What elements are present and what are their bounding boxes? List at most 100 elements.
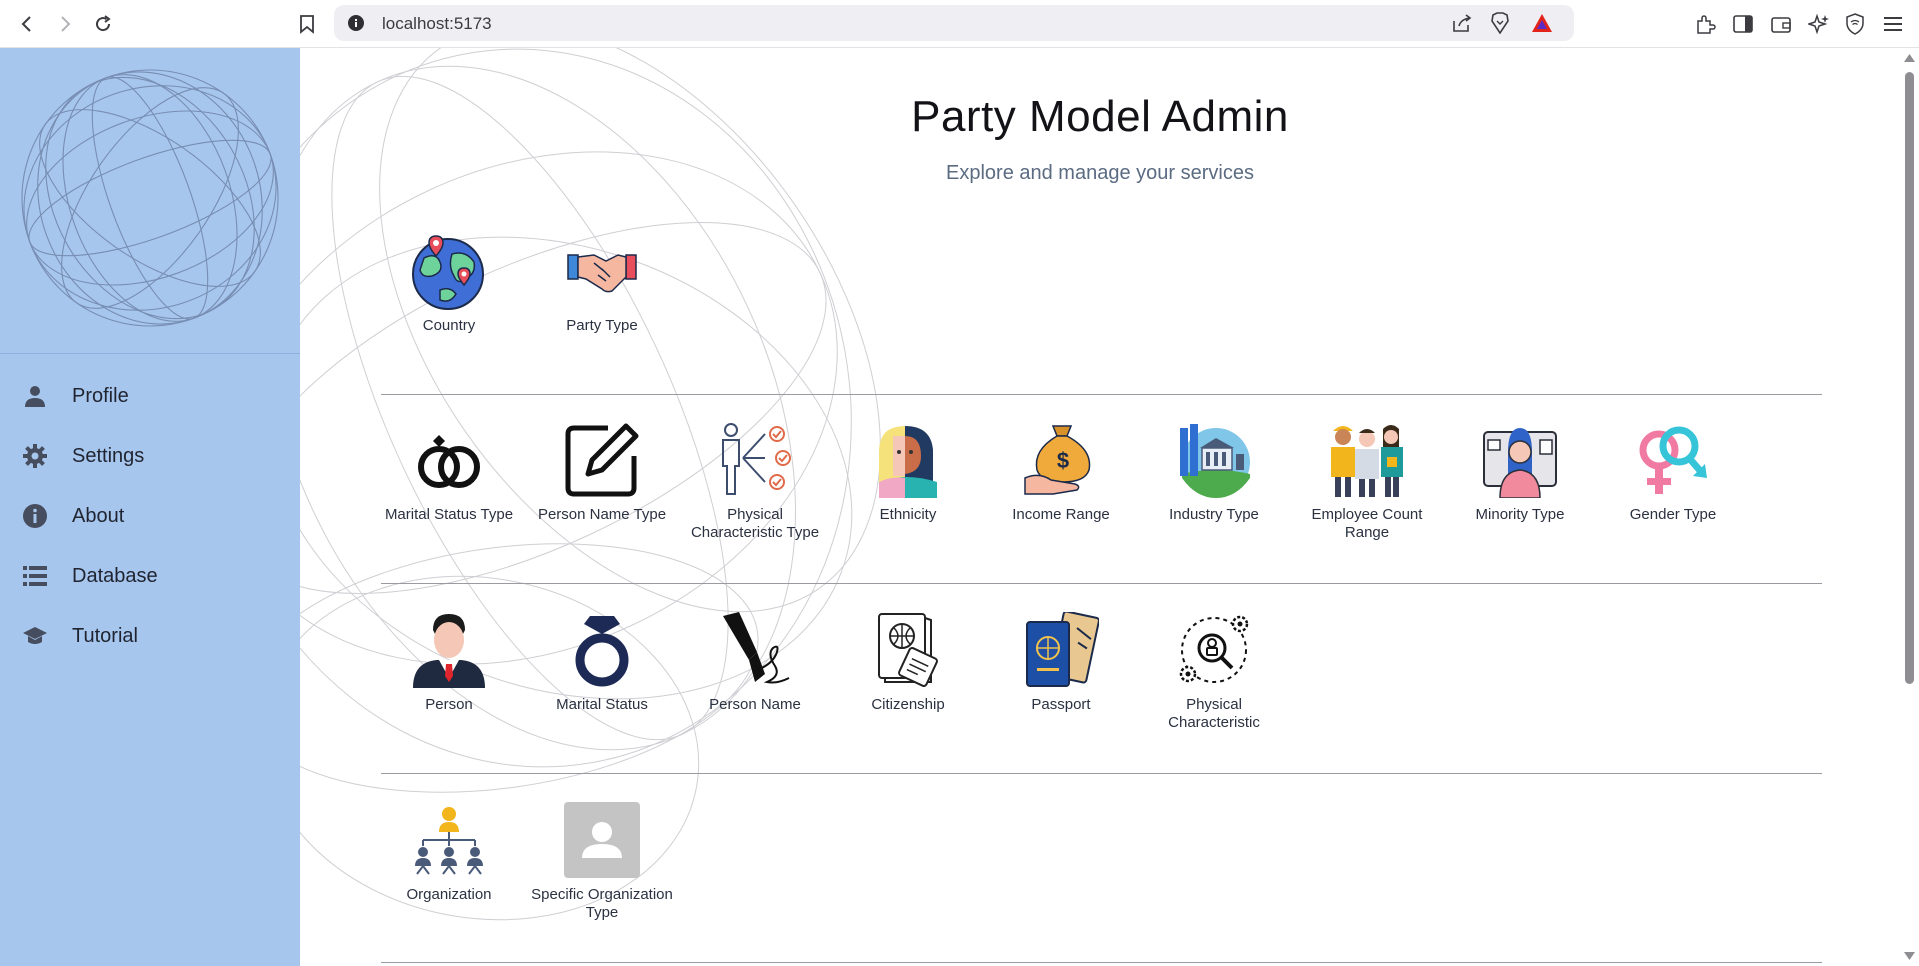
tile-label: Marital Status — [556, 696, 648, 713]
citizenship-document-icon — [868, 610, 948, 690]
sidebar-item-about[interactable]: About — [0, 486, 300, 546]
sidebar-item-label: About — [72, 504, 125, 527]
vpn-shield-icon[interactable] — [1842, 11, 1868, 37]
sidebar-item-label: Settings — [72, 444, 145, 467]
svg-text:$: $ — [1057, 448, 1069, 473]
tile-country[interactable]: Country — [374, 231, 524, 335]
person-checklist-icon — [715, 420, 795, 500]
browser-toolbar: localhost:5173 — [0, 0, 1919, 48]
sidebar-item-database[interactable]: Database — [0, 546, 300, 606]
sidebar: Profile Settings About Database Tutorial — [0, 48, 300, 966]
fountain-pen-icon — [715, 610, 795, 690]
forward-button[interactable] — [50, 9, 80, 39]
leo-ai-icon[interactable] — [1806, 11, 1832, 37]
gender-symbols-icon — [1633, 420, 1713, 500]
tile-citizenship[interactable]: Citizenship — [833, 610, 983, 714]
tile-label: Marital Status Type — [384, 506, 514, 523]
org-chart-icon — [409, 800, 489, 880]
tile-physical-characteristic-type[interactable]: Physical Characteristic Type — [680, 420, 830, 542]
tile-person[interactable]: Person — [374, 610, 524, 714]
globe-pins-icon — [409, 231, 489, 311]
globe-wireframe-logo-icon — [21, 69, 279, 327]
bookmark-button[interactable] — [292, 9, 322, 39]
page-scrollbar[interactable] — [1900, 48, 1919, 966]
tile-gender-type[interactable]: Gender Type — [1598, 420, 1748, 524]
database-icon — [22, 563, 48, 589]
tile-label: Minority Type — [1475, 506, 1565, 523]
extensions-icon[interactable] — [1692, 11, 1718, 37]
person-icon — [22, 383, 48, 409]
businessman-icon — [409, 610, 489, 690]
bookmark-icon — [300, 15, 314, 34]
tile-label: Gender Type — [1629, 506, 1717, 523]
brave-shield-icon[interactable] — [1490, 12, 1510, 34]
tile-person-name[interactable]: Person Name — [680, 610, 830, 714]
tile-party-type[interactable]: Party Type — [527, 231, 677, 335]
tile-label: Physical Characteristic Type — [690, 506, 820, 541]
tile-passport[interactable]: Passport — [986, 610, 1136, 714]
sidebar-item-profile[interactable]: Profile — [0, 366, 300, 426]
tile-organization[interactable]: Organization — [374, 800, 524, 904]
tile-label: Organization — [406, 886, 492, 903]
section-divider — [381, 394, 1822, 395]
tile-label: Person — [425, 696, 473, 713]
sidebar-item-label: Tutorial — [72, 624, 138, 647]
back-button[interactable] — [12, 9, 42, 39]
tile-label: Country — [422, 317, 476, 334]
section-divider — [381, 583, 1822, 584]
tile-label: Passport — [1031, 696, 1091, 713]
passport-icon — [1021, 610, 1101, 690]
ethnicity-faces-icon — [868, 420, 948, 500]
placeholder-avatar-icon — [562, 800, 642, 880]
handshake-icon — [562, 231, 642, 311]
address-bar[interactable]: localhost:5173 — [334, 5, 1574, 41]
tile-label: Physical Characteristic — [1168, 696, 1260, 731]
tile-marital-status[interactable]: Marital Status — [527, 610, 677, 714]
scrollbar-thumb[interactable] — [1905, 72, 1914, 684]
page-title: Party Model Admin — [911, 92, 1289, 141]
section-divider — [381, 773, 1822, 774]
tile-income-range[interactable]: $ Income Range — [986, 420, 1136, 524]
search-person-gears-icon — [1174, 610, 1254, 690]
tile-label: Industry Type — [1169, 506, 1259, 523]
menu-hamburger-icon[interactable] — [1880, 11, 1906, 37]
brave-rewards-icon[interactable] — [1531, 13, 1553, 33]
tile-label: Employee Count Range — [1311, 506, 1423, 541]
main-content: Party Model Admin Explore and manage you… — [300, 48, 1900, 966]
tile-marital-status-type[interactable]: Marital Status Type — [374, 420, 524, 524]
tile-label: Income Range — [1012, 506, 1110, 523]
rings-icon — [409, 420, 489, 500]
wallet-icon[interactable] — [1768, 11, 1794, 37]
sidebar-item-label: Profile — [72, 384, 129, 407]
tile-ethnicity[interactable]: Ethnicity — [833, 420, 983, 524]
section-divider — [381, 962, 1822, 963]
gear-icon — [22, 443, 48, 469]
tile-minority-type[interactable]: Minority Type — [1445, 420, 1595, 524]
diamond-ring-icon — [562, 610, 642, 690]
share-icon[interactable] — [1451, 13, 1473, 33]
reload-button[interactable] — [88, 9, 118, 39]
tile-person-name-type[interactable]: Person Name Type — [527, 420, 677, 524]
employees-group-icon — [1327, 420, 1407, 500]
tile-label: Person Name Type — [537, 506, 667, 523]
reload-icon — [96, 15, 111, 32]
industry-building-icon — [1174, 420, 1254, 500]
sidebar-item-settings[interactable]: Settings — [0, 426, 300, 486]
sidebar-logo — [0, 48, 300, 354]
tile-specific-organization-type[interactable]: Specific Organization Type — [527, 800, 677, 922]
sidebar-toggle-icon[interactable] — [1730, 11, 1756, 37]
scroll-down-arrow-icon[interactable] — [1904, 952, 1915, 960]
tile-employee-count-range[interactable]: Employee Count Range — [1292, 420, 1442, 542]
scroll-up-arrow-icon[interactable] — [1904, 54, 1915, 62]
site-info-icon[interactable] — [348, 15, 364, 31]
sidebar-item-label: Database — [72, 564, 158, 587]
money-bag-hand-icon: $ — [1021, 420, 1101, 500]
tile-industry-type[interactable]: Industry Type — [1139, 420, 1289, 524]
sidebar-item-tutorial[interactable]: Tutorial — [0, 606, 300, 666]
back-arrow-icon — [21, 16, 31, 32]
info-icon — [22, 503, 48, 529]
tile-label: Specific Organization Type — [531, 886, 673, 921]
url-text[interactable]: localhost:5173 — [382, 14, 492, 34]
tile-label: Person Name — [709, 696, 801, 713]
tile-physical-characteristic[interactable]: Physical Characteristic — [1139, 610, 1289, 732]
